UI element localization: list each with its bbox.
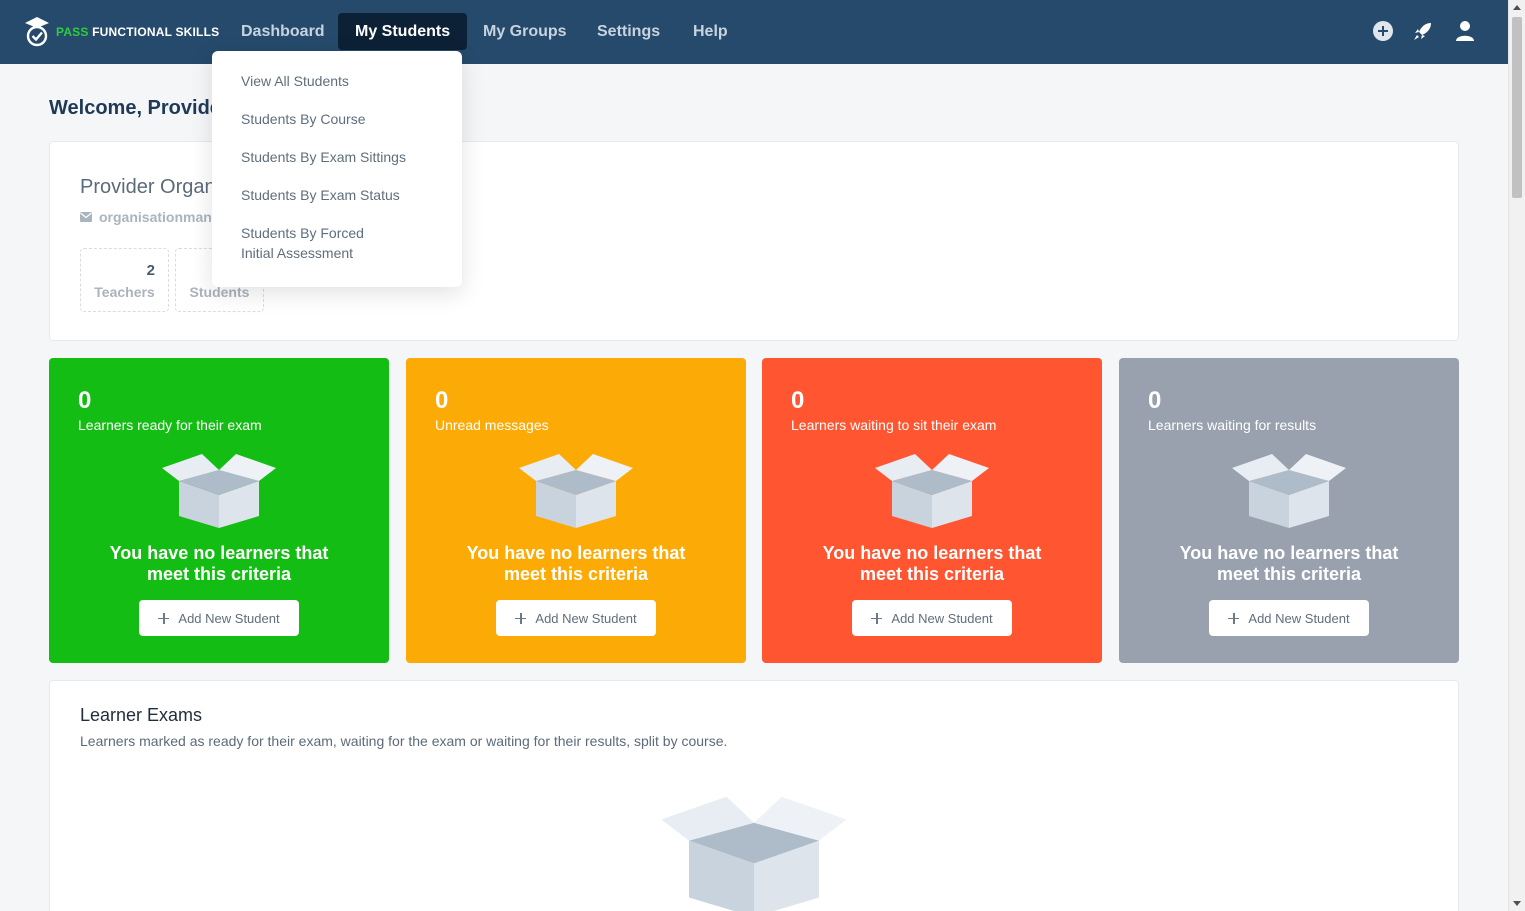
tile-empty-message: You have no learners that meet this crit…: [466, 543, 686, 584]
dropdown-students-by-course[interactable]: Students By Course: [212, 109, 462, 129]
scroll-up-arrow-icon[interactable]: [1513, 5, 1521, 10]
nav-my-students[interactable]: My Students: [338, 13, 468, 50]
rocket-icon[interactable]: [1412, 20, 1434, 42]
add-new-student-button[interactable]: Add New Student: [496, 600, 656, 636]
scroll-down-arrow-icon[interactable]: [1513, 901, 1521, 906]
organisation-name: Provider Organ: [80, 176, 216, 198]
my-students-dropdown: View All Students Students By Course Stu…: [212, 51, 462, 287]
empty-box-icon: [661, 796, 847, 911]
add-new-student-button[interactable]: Add New Student: [139, 600, 299, 636]
organisation-email: organisationmana: [80, 209, 220, 225]
tile-empty-message: You have no learners that meet this crit…: [822, 543, 1042, 584]
tile-empty-message: You have no learners that meet this crit…: [109, 543, 329, 584]
nav-help[interactable]: Help: [676, 13, 745, 50]
scroll-thumb[interactable]: [1512, 17, 1522, 198]
add-new-student-label: Add New Student: [535, 610, 637, 626]
teachers-count: 2: [146, 262, 155, 279]
add-new-student-button[interactable]: Add New Student: [852, 600, 1012, 636]
plus-circle-icon[interactable]: [1372, 20, 1394, 42]
empty-box-icon: [162, 454, 276, 528]
teachers-label: Teachers: [94, 284, 155, 300]
graduation-check-icon: [25, 17, 49, 47]
plus-icon: [1228, 612, 1240, 624]
welcome-heading: Welcome, Provide: [49, 97, 221, 119]
plus-icon: [158, 612, 170, 624]
vertical-scrollbar[interactable]: [1508, 0, 1525, 911]
add-new-student-label: Add New Student: [891, 610, 993, 626]
dropdown-students-by-exam-status[interactable]: Students By Exam Status: [212, 185, 462, 205]
tile-label: Learners waiting to sit their exam: [791, 417, 997, 433]
tile-ready-for-exam[interactable]: 0 Learners ready for their exam You have n…: [49, 358, 389, 663]
plus-icon: [515, 612, 527, 624]
dropdown-students-by-forced-initial-assessment[interactable]: Students By Forced Initial Assessment: [212, 223, 422, 263]
empty-box-icon: [875, 454, 989, 528]
user-icon[interactable]: [1454, 20, 1476, 42]
add-new-student-button[interactable]: Add New Student: [1209, 600, 1369, 636]
tile-count: 0: [78, 387, 92, 414]
nav-settings[interactable]: Settings: [580, 13, 677, 50]
tile-label: Learners waiting for results: [1148, 417, 1317, 433]
learner-exams-card: Learner Exams Learners marked as ready f…: [49, 680, 1459, 911]
tile-count: 0: [1148, 387, 1162, 414]
empty-box-icon: [519, 454, 633, 528]
dropdown-view-all-students[interactable]: View All Students: [212, 71, 462, 91]
nav-my-groups[interactable]: My Groups: [466, 13, 584, 50]
tile-waiting-for-results[interactable]: 0 Learners waiting for results You have no…: [1119, 358, 1459, 663]
empty-box-icon: [1232, 454, 1346, 528]
plus-icon: [871, 612, 883, 624]
add-new-student-label: Add New Student: [178, 610, 280, 626]
envelope-icon: [80, 212, 92, 222]
tile-label: Unread messages: [435, 417, 549, 433]
nav-dashboard[interactable]: Dashboard: [224, 13, 342, 50]
learner-exams-title: Learner Exams: [80, 705, 203, 725]
brand-rest: FUNCTIONAL SKILLS: [92, 25, 220, 39]
tile-waiting-to-sit[interactable]: 0 Learners waiting to sit their exam You h…: [762, 358, 1102, 663]
tile-label: Learners ready for their exam: [78, 417, 262, 433]
tile-count: 0: [791, 387, 805, 414]
brand-name: PASS FUNCTIONAL SKILLS: [56, 25, 219, 39]
tile-count: 0: [435, 387, 449, 414]
add-new-student-label: Add New Student: [1248, 610, 1350, 626]
tile-unread-messages[interactable]: 0 Unread messages You have no learners tha…: [406, 358, 746, 663]
brand-logo[interactable]: PASS FUNCTIONAL SKILLS: [24, 15, 219, 49]
brand-pass: PASS: [56, 25, 89, 39]
teachers-stat[interactable]: 2 Teachers: [80, 248, 169, 312]
tile-empty-message: You have no learners that meet this crit…: [1179, 543, 1399, 584]
learner-exams-subtitle: Learners marked as ready for their exam,…: [80, 733, 728, 749]
organisation-email-text: organisationmana: [99, 209, 220, 225]
dropdown-students-by-exam-sittings[interactable]: Students By Exam Sittings: [212, 147, 462, 167]
